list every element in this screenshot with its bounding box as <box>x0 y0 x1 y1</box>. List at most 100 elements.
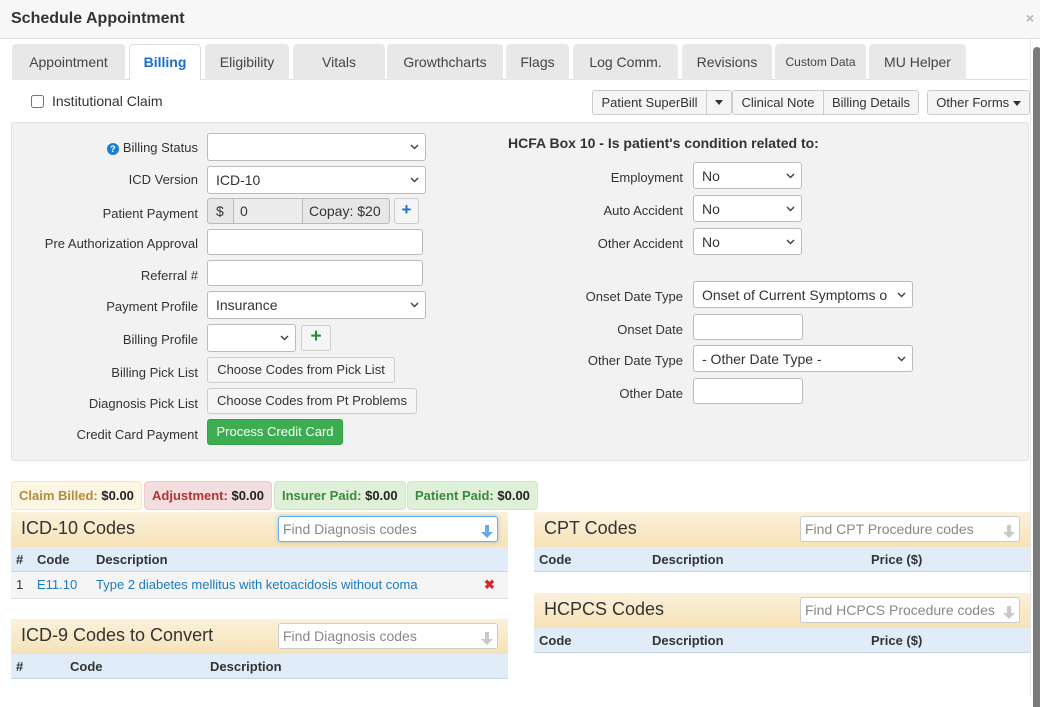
adjustment-badge: Adjustment: $0.00 <box>144 481 273 510</box>
onset-date-type-select[interactable]: Onset of Current Symptoms o <box>693 281 913 308</box>
billing-details-button[interactable]: Billing Details <box>823 90 919 115</box>
cpt-table-header: Code Description Price ($) <box>534 547 1030 572</box>
chevron-down-icon <box>280 325 289 341</box>
caret-down-icon <box>1012 101 1021 107</box>
institutional-claim-checkbox[interactable] <box>31 94 44 108</box>
icd9-codes-title: ICD-9 Codes to Convert <box>21 625 214 645</box>
hcpcs-codes-title: HCPCS Codes <box>544 599 665 619</box>
patient-superbill-button[interactable]: Patient SuperBill <box>592 90 707 115</box>
vertical-scrollbar[interactable] <box>1030 39 1040 707</box>
chevron-down-icon <box>410 292 419 308</box>
onset-date-label: Onset Date <box>617 322 683 337</box>
hcpcs-search-input[interactable]: Find HCPCS Procedure codes <box>800 597 1020 623</box>
tab-revisions[interactable]: Revisions <box>682 44 772 80</box>
icd9-table-header: # Code Description <box>11 654 508 679</box>
hcpcs-codes-header: HCPCS Codes Find HCPCS Procedure codes <box>534 593 1030 628</box>
tab-mu-helper[interactable]: MU Helper <box>869 44 966 80</box>
dialog-titlebar: Schedule Appointment × <box>0 0 1040 39</box>
institutional-claim-label[interactable]: Institutional Claim <box>52 93 163 109</box>
delete-icon[interactable]: ✖ <box>484 577 495 593</box>
plus-icon: + <box>401 200 412 219</box>
other-accident-select[interactable]: No <box>693 228 802 255</box>
scrollbar-thumb[interactable] <box>1033 47 1040 707</box>
add-payment-button[interactable]: + <box>394 198 419 224</box>
institutional-claim-row: Institutional Claim <box>31 93 163 109</box>
icd10-search-input[interactable]: Find Diagnosis codes <box>278 516 498 542</box>
table-row: 1 E11.10 Type 2 diabetes mellitus with k… <box>11 572 508 599</box>
plus-icon: + <box>310 326 322 347</box>
tab-vitals[interactable]: Vitals <box>293 44 385 80</box>
credit-card-payment-label: Credit Card Payment <box>76 427 198 442</box>
arrow-down-icon <box>1003 603 1015 622</box>
hcpcs-table-header: Code Description Price ($) <box>534 628 1030 653</box>
other-date-type-select[interactable]: - Other Date Type - <box>693 345 913 372</box>
close-icon[interactable]: × <box>1026 10 1034 26</box>
tab-bar: Appointment Billing Eligibility Vitals G… <box>12 44 1028 81</box>
billing-status-select[interactable] <box>207 133 426 161</box>
cpt-search-input[interactable]: Find CPT Procedure codes <box>800 516 1020 542</box>
add-billing-profile-button[interactable]: + <box>301 325 331 351</box>
billing-status-label: ? Billing Status <box>60 140 198 155</box>
billing-profile-select[interactable] <box>207 324 296 352</box>
pre-auth-label: Pre Authorization Approval <box>44 236 198 251</box>
billing-pick-list-label: Billing Pick List <box>111 365 198 380</box>
onset-date-type-label: Onset Date Type <box>585 289 683 304</box>
patient-payment-label: Patient Payment <box>102 206 198 221</box>
chevron-down-icon <box>786 229 795 245</box>
clinical-note-button[interactable]: Clinical Note <box>732 90 824 115</box>
copay-addon: Copay: $20 <box>302 198 390 224</box>
chevron-down-icon <box>410 134 419 150</box>
icd10-codes-header: ICD-10 Codes Find Diagnosis codes <box>11 512 508 547</box>
pre-auth-input[interactable] <box>207 229 423 255</box>
tab-billing[interactable]: Billing <box>129 44 201 81</box>
tab-growthcharts[interactable]: Growthcharts <box>387 44 503 80</box>
arrow-down-icon <box>1003 522 1015 541</box>
referral-input[interactable] <box>207 260 423 286</box>
help-icon[interactable]: ? <box>106 143 119 155</box>
icd10-table-header: # Code Description <box>11 547 508 572</box>
patient-paid-badge: Patient Paid: $0.00 <box>407 481 538 510</box>
tab-flags[interactable]: Flags <box>506 44 569 80</box>
payment-profile-select[interactable]: Insurance <box>207 291 426 319</box>
process-credit-card-button[interactable]: Process Credit Card <box>207 419 343 445</box>
patient-superbill-dropdown-button[interactable] <box>706 90 732 115</box>
other-forms-label: Other Forms <box>936 95 1010 110</box>
referral-label: Referral # <box>140 268 198 283</box>
choose-from-pick-list-button[interactable]: Choose Codes from Pick List <box>207 357 395 383</box>
onset-date-input[interactable] <box>693 314 803 340</box>
tab-custom-data[interactable]: Custom Data <box>775 44 866 80</box>
insurer-paid-badge: Insurer Paid: $0.00 <box>274 481 406 510</box>
caret-down-icon <box>715 100 723 106</box>
chevron-down-icon <box>786 163 795 179</box>
other-date-input[interactable] <box>693 378 803 404</box>
cpt-codes-title: CPT Codes <box>544 518 637 538</box>
employment-label: Employment <box>610 170 683 185</box>
arrow-down-icon <box>481 629 493 648</box>
icd-version-select[interactable]: ICD-10 <box>207 166 426 194</box>
hcfa-heading: HCFA Box 10 - Is patient's condition rel… <box>508 135 819 151</box>
icd10-code-link[interactable]: E11.10 <box>37 577 77 592</box>
dialog-title: Schedule Appointment <box>11 10 185 27</box>
other-accident-label: Other Accident <box>597 236 683 251</box>
tab-eligibility[interactable]: Eligibility <box>205 44 289 80</box>
chevron-down-icon <box>410 167 419 183</box>
arrow-down-icon <box>481 522 493 541</box>
icd10-codes-title: ICD-10 Codes <box>21 518 136 538</box>
payment-profile-label: Payment Profile <box>106 299 198 314</box>
diagnosis-pick-list-label: Diagnosis Pick List <box>88 396 198 411</box>
auto-accident-select[interactable]: No <box>693 195 802 222</box>
employment-select[interactable]: No <box>693 162 802 189</box>
chevron-down-icon <box>786 196 795 212</box>
other-date-type-label: Other Date Type <box>587 353 683 368</box>
tab-appointment[interactable]: Appointment <box>12 44 125 80</box>
claim-billed-badge: Claim Billed: $0.00 <box>11 481 142 510</box>
auto-accident-label: Auto Accident <box>603 203 684 218</box>
icd10-description-link[interactable]: Type 2 diabetes mellitus with ketoacidos… <box>96 577 418 592</box>
icd9-search-input[interactable]: Find Diagnosis codes <box>278 623 498 649</box>
patient-payment-input[interactable]: 0 <box>233 198 303 224</box>
chevron-down-icon <box>897 346 906 362</box>
other-forms-button[interactable]: Other Forms <box>927 90 1030 115</box>
tab-log-comm[interactable]: Log Comm. <box>573 44 678 80</box>
choose-from-pt-problems-button[interactable]: Choose Codes from Pt Problems <box>207 388 417 414</box>
cpt-codes-header: CPT Codes Find CPT Procedure codes <box>534 512 1030 547</box>
